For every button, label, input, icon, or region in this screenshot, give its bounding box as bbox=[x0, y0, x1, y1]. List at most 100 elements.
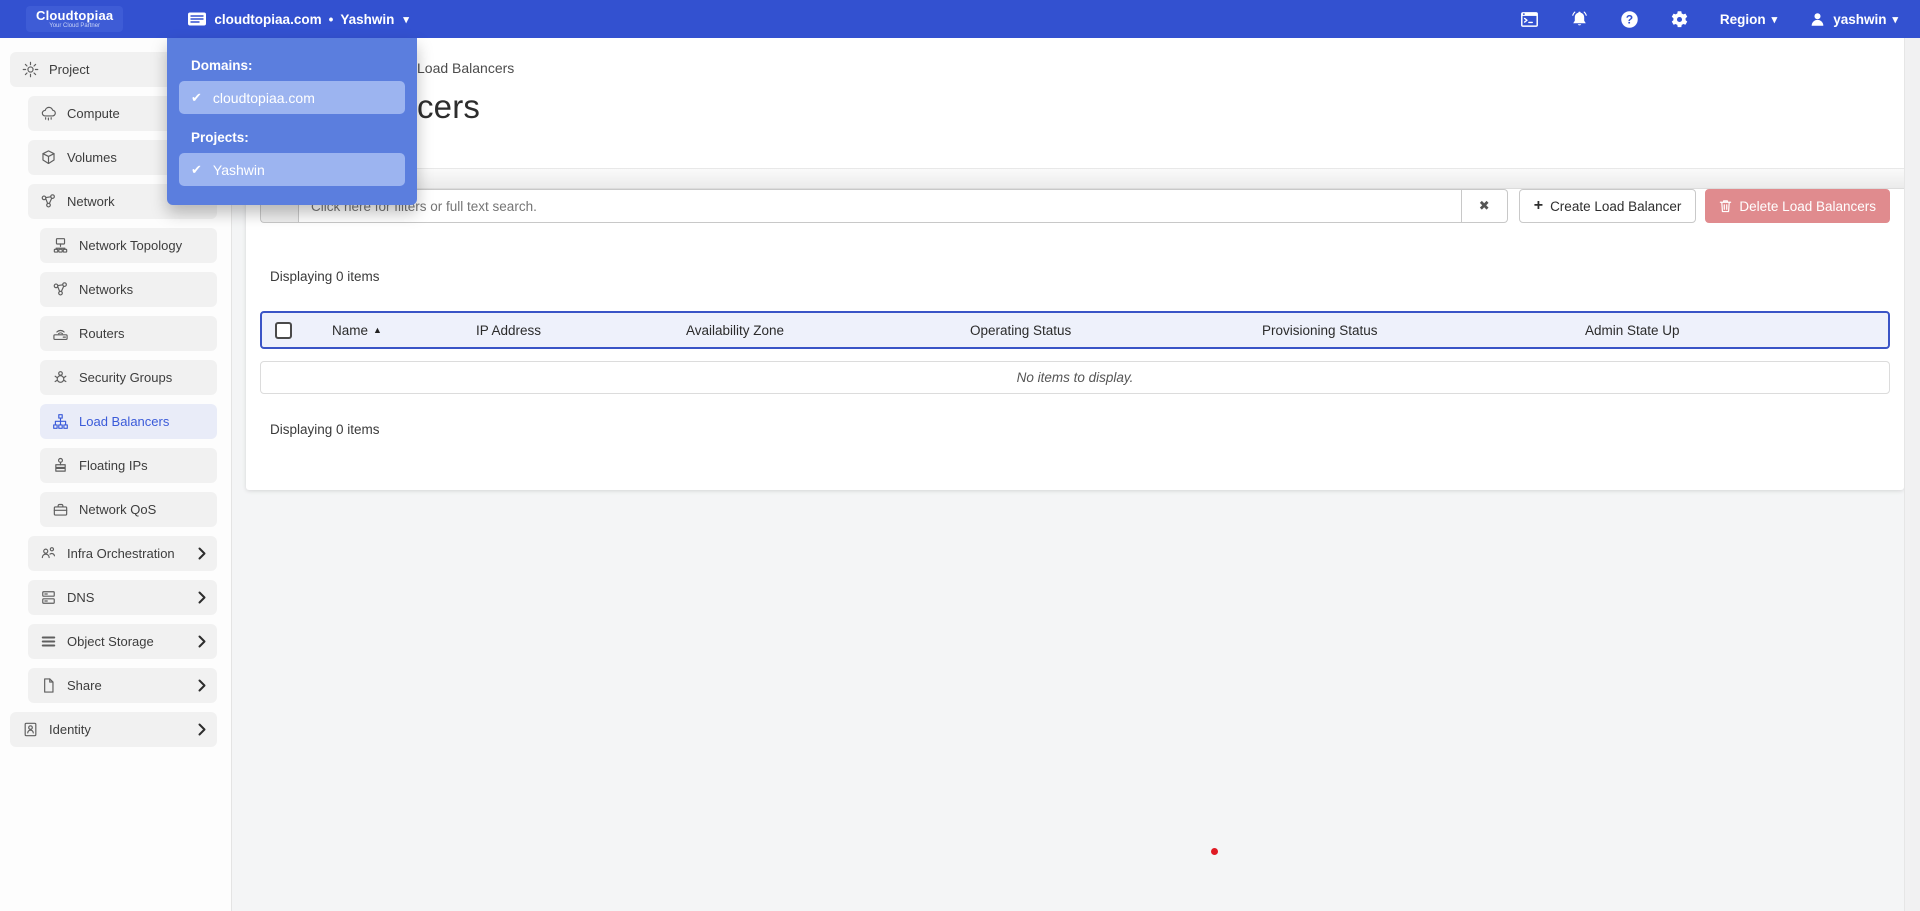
context-switcher[interactable]: cloudtopiaa.com • Yashwin ▾ bbox=[187, 9, 409, 29]
console-button[interactable] bbox=[1520, 9, 1540, 29]
cube-icon bbox=[40, 149, 57, 166]
column-label: Provisioning Status bbox=[1262, 322, 1378, 338]
column-header-availability-zone[interactable]: Availability Zone bbox=[673, 323, 957, 338]
brand-name: Cloudtopiaa bbox=[36, 8, 114, 23]
filter-input[interactable] bbox=[298, 189, 1462, 223]
sidebar-item-dns[interactable]: DNS bbox=[28, 580, 217, 615]
column-label: Availability Zone bbox=[686, 322, 785, 338]
clear-filter-button[interactable]: ✖ bbox=[1461, 189, 1508, 223]
sidebar-item-share[interactable]: Share bbox=[28, 668, 217, 703]
create-button-label: Create Load Balancer bbox=[1550, 198, 1682, 214]
check-icon: ✔ bbox=[191, 161, 202, 177]
items-count-top: Displaying 0 items bbox=[270, 269, 380, 284]
project-option-label: Yashwin bbox=[212, 161, 265, 178]
table-empty-row: No items to display. bbox=[260, 361, 1890, 394]
column-header-provisioning-status[interactable]: Provisioning Status bbox=[1249, 323, 1572, 338]
clear-icon: ✖ bbox=[1478, 198, 1490, 213]
table-header-row: Name ▲ IP Address Availability Zone Operatin… bbox=[260, 311, 1890, 349]
sidebar-item-object-storage[interactable]: Object Storage bbox=[28, 624, 217, 659]
domain-option-cloudtopiaa-com[interactable]: ✔ cloudtopiaa.com bbox=[179, 81, 405, 114]
chevron-down-icon: ▾ bbox=[403, 13, 409, 26]
gear-icon bbox=[1672, 10, 1688, 27]
domain-option-label: cloudtopiaa.com bbox=[212, 89, 315, 106]
menu-icon bbox=[40, 633, 57, 650]
delete-load-balancers-button[interactable]: Delete Load Balancers bbox=[1705, 189, 1890, 223]
sidebar-item-load-balancers[interactable]: Load Balancers bbox=[40, 404, 217, 439]
help-button[interactable]: ? bbox=[1620, 9, 1640, 29]
chevron-right-icon bbox=[198, 635, 207, 648]
top-navbar: Cloudtopiaa Your Cloud Partner cloudtopi… bbox=[0, 0, 1920, 38]
gear-icon bbox=[22, 61, 39, 78]
sidebar-item-label: Routers bbox=[79, 326, 125, 341]
brand-tagline: Your Cloud Partner bbox=[49, 23, 101, 29]
column-label: IP Address bbox=[476, 322, 542, 338]
network-icon bbox=[40, 193, 57, 210]
chevron-right-icon bbox=[198, 547, 207, 560]
project-option-yashwin[interactable]: ✔ Yashwin bbox=[179, 153, 405, 186]
sidebar-item-floating-ips[interactable]: Floating IPs bbox=[40, 448, 217, 483]
idcard-icon bbox=[22, 721, 39, 738]
sidebar-item-infra-orchestration[interactable]: Infra Orchestration bbox=[28, 536, 217, 571]
items-count-bottom: Displaying 0 items bbox=[270, 422, 380, 437]
sidebar-item-label: Network QoS bbox=[79, 502, 157, 517]
people-icon bbox=[40, 545, 57, 562]
breadcrumb: Load Balancers bbox=[417, 60, 515, 76]
notifications-button[interactable] bbox=[1570, 9, 1590, 29]
context-domain-label: cloudtopiaa.com bbox=[214, 11, 322, 27]
column-header-operating-status[interactable]: Operating Status bbox=[957, 323, 1249, 338]
check-icon: ✔ bbox=[191, 89, 202, 105]
main-content: Load Balancers Load Balancers ✖ + Create… bbox=[232, 38, 1920, 911]
chevron-right-icon bbox=[198, 679, 207, 692]
filter-input-group: ✖ bbox=[260, 189, 1508, 223]
column-label: Admin State Up bbox=[1585, 322, 1680, 338]
sidebar-item-routers[interactable]: Routers bbox=[40, 316, 217, 351]
sort-asc-icon: ▲ bbox=[373, 324, 382, 335]
sidebar-item-label: Infra Orchestration bbox=[67, 546, 175, 561]
sidebar-item-network-qos[interactable]: Network QoS bbox=[40, 492, 217, 527]
user-menu[interactable]: yashwin ▾ bbox=[1807, 9, 1898, 29]
sidebar-item-security-groups[interactable]: Security Groups bbox=[40, 360, 217, 395]
column-header-ip-address[interactable]: IP Address bbox=[463, 323, 673, 338]
sidebar-item-label: Security Groups bbox=[79, 370, 173, 385]
context-separator: • bbox=[328, 11, 334, 27]
sidebar-item-label: Networks bbox=[79, 282, 134, 297]
column-label: Operating Status bbox=[970, 322, 1072, 338]
sidebar-item-label: Load Balancers bbox=[79, 414, 170, 429]
region-dropdown[interactable]: Region ▾ bbox=[1720, 12, 1777, 27]
settings-button[interactable] bbox=[1670, 9, 1690, 29]
sidebar-item-identity[interactable]: Identity bbox=[10, 712, 217, 747]
security-icon bbox=[52, 369, 69, 386]
sidebar-item-network-topology[interactable]: Network Topology bbox=[40, 228, 217, 263]
sidebar-item-label: DNS bbox=[67, 590, 95, 605]
create-load-balancer-button[interactable]: + Create Load Balancer bbox=[1518, 189, 1697, 223]
brand-logo[interactable]: Cloudtopiaa Your Cloud Partner bbox=[26, 6, 124, 32]
router-icon bbox=[52, 325, 69, 342]
page-title: Load Balancers bbox=[248, 87, 1904, 127]
red-dot-marker bbox=[1211, 848, 1218, 855]
sidebar-item-label: Floating IPs bbox=[79, 458, 148, 473]
loadbalancer-icon bbox=[52, 413, 69, 430]
domain-switcher-icon bbox=[187, 9, 207, 29]
select-all-cell bbox=[262, 321, 319, 339]
column-label: Name bbox=[332, 322, 369, 338]
column-header-admin-state-up[interactable]: Admin State Up bbox=[1572, 323, 1888, 338]
column-header-name[interactable]: Name ▲ bbox=[319, 323, 463, 338]
navbar-right: ? Region ▾ yashwin ▾ bbox=[1520, 9, 1920, 29]
chevron-down-icon: ▾ bbox=[1771, 13, 1778, 26]
terminal-icon bbox=[1521, 11, 1539, 27]
scrollbar-track[interactable] bbox=[1904, 38, 1920, 911]
sidebar-item-networks[interactable]: Networks bbox=[40, 272, 217, 307]
trash-icon bbox=[1719, 199, 1732, 213]
topology-icon bbox=[52, 237, 69, 254]
svg-text:?: ? bbox=[1626, 12, 1633, 26]
select-all-checkbox[interactable] bbox=[275, 321, 292, 339]
context-project-label: Yashwin bbox=[340, 11, 395, 27]
plus-icon: + bbox=[1533, 197, 1544, 214]
chevron-right-icon bbox=[198, 723, 207, 736]
domains-header: Domains: bbox=[191, 58, 253, 73]
sidebar-item-label: Share bbox=[67, 678, 102, 693]
file-icon bbox=[40, 677, 57, 694]
domains-list: ✔ cloudtopiaa.com bbox=[179, 81, 405, 114]
context-dropdown: Domains: ✔ cloudtopiaa.com Projects: ✔ Yas… bbox=[167, 38, 417, 205]
load-balancers-panel: Load Balancers Load Balancers ✖ + Create… bbox=[246, 38, 1904, 490]
